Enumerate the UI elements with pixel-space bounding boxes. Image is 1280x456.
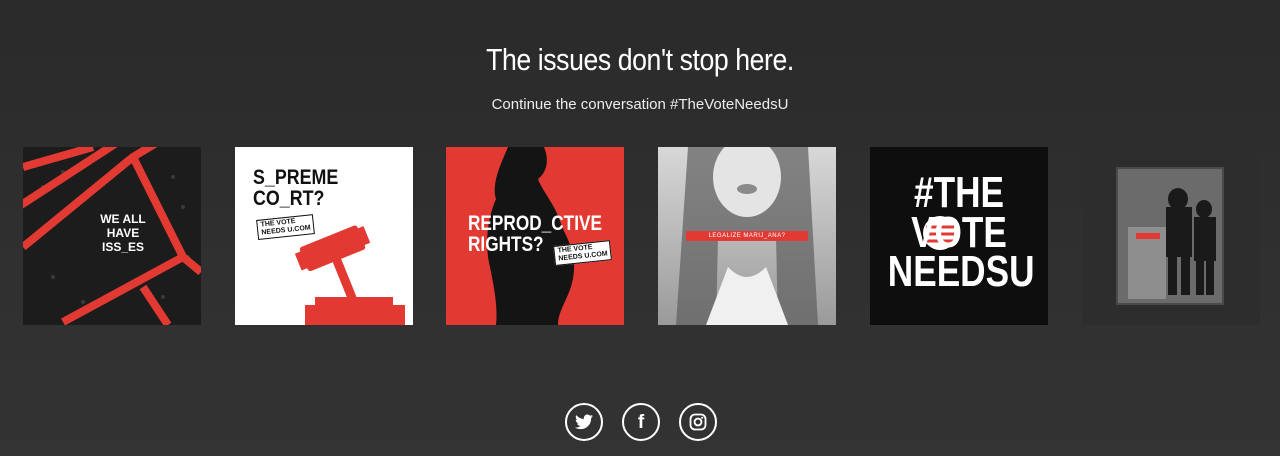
riot-police-photo xyxy=(1082,147,1260,325)
twitter-icon xyxy=(575,414,593,430)
page-subtitle: Continue the conversation #TheVoteNeedsU xyxy=(491,96,789,113)
tile-caption: LEGALIZE MARIJ_ANA? xyxy=(686,231,808,241)
gallery-tile-we-all-have-issues[interactable]: WE ALL HAVE ISS_ES xyxy=(23,147,201,325)
gallery-tile-legalize-marijuana[interactable]: LEGALIZE MARIJ_ANA? xyxy=(658,147,836,325)
tile-caption: S_PREME CO_RT? xyxy=(253,166,339,210)
tile-caption: WE ALL HAVE ISS_ES xyxy=(100,212,146,254)
gallery-tile-reproductive-rights[interactable]: REPROD_CTIVE RIGHTS? THE VOTE NEEDS U.CO… xyxy=(446,147,624,325)
facebook-button[interactable]: f xyxy=(622,403,660,441)
twitter-button[interactable] xyxy=(565,403,603,441)
page-title: The issues don't stop here. xyxy=(486,42,794,77)
facebook-icon: f xyxy=(637,411,645,433)
tile-caption: #THE VOTE NEEDSU xyxy=(887,168,1035,297)
gallery-tile-police[interactable] xyxy=(1082,147,1260,325)
instagram-button[interactable] xyxy=(679,403,717,441)
gallery-tile-supreme-court[interactable]: S_PREME CO_RT? THE VOTE NEEDS U.COM xyxy=(235,147,413,325)
instagram-icon xyxy=(689,413,707,431)
gallery-tile-the-vote-needs-u[interactable]: #THE VOTE NEEDSU xyxy=(870,147,1048,325)
